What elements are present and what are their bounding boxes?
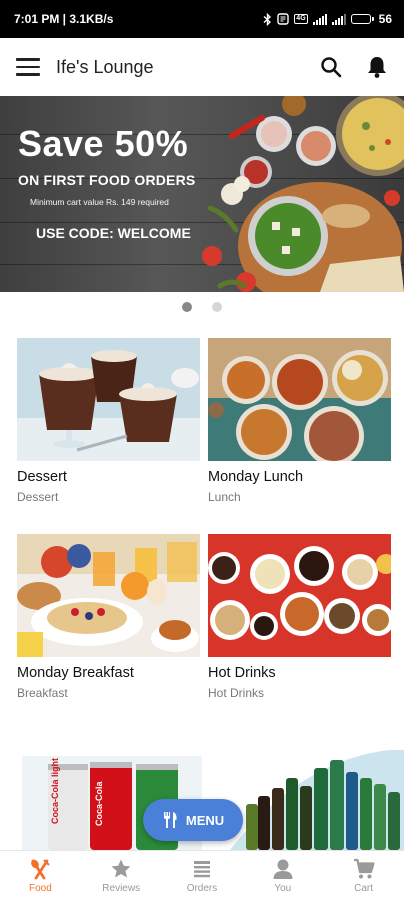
category-name: Hot Drinks	[208, 665, 276, 681]
breakfast-image	[17, 534, 200, 657]
nav-item-orders[interactable]: Orders	[162, 851, 243, 900]
nav-label: Food	[29, 882, 52, 894]
hot-drinks-image	[208, 534, 391, 657]
promo-banner[interactable]: Save 50% ON FIRST FOOD ORDERS Minimum ca…	[0, 96, 404, 292]
nav-label: Orders	[186, 882, 218, 894]
alarm-icon	[277, 13, 289, 25]
cart-icon	[353, 858, 375, 878]
app-bar: Ife's Lounge	[0, 38, 404, 96]
hamburger-menu-icon[interactable]	[16, 58, 40, 76]
nav-label: Reviews	[102, 882, 141, 894]
battery-icon	[350, 14, 374, 24]
category-card-hot-drinks[interactable]: Hot Drinks Hot Drinks	[208, 534, 391, 700]
nav-item-reviews[interactable]: Reviews	[81, 851, 162, 900]
carousel-indicator	[0, 302, 404, 312]
category-name: Dessert	[17, 469, 67, 485]
person-icon	[273, 859, 293, 879]
signal-1-icon	[312, 13, 327, 25]
category-card-monday-lunch[interactable]: Monday Lunch Lunch	[208, 338, 391, 504]
banner-min-note: Minimum cart value Rs. 149 required	[30, 197, 169, 207]
category-name: Monday Breakfast	[17, 665, 134, 681]
category-subtitle: Breakfast	[17, 686, 68, 700]
category-card-monday-breakfast[interactable]: Monday Breakfast Breakfast	[17, 534, 200, 700]
network-type-badge: 4G	[294, 14, 308, 24]
nav-label: You	[274, 882, 292, 894]
fork-knife-icon	[163, 812, 177, 828]
nav-label: Cart	[354, 882, 374, 894]
lunch-image	[208, 338, 391, 461]
fork-knife-icon	[31, 858, 51, 879]
nav-item-you[interactable]: You	[242, 851, 323, 900]
category-subtitle: Hot Drinks	[208, 686, 265, 700]
banner-subline: ON FIRST FOOD ORDERS	[18, 172, 196, 188]
banner-text-block: Save 50% ON FIRST FOOD ORDERS Minimum ca…	[18, 123, 208, 242]
star-icon	[111, 859, 131, 877]
banner-headline: Save 50%	[18, 123, 189, 164]
category-subtitle: Dessert	[17, 490, 59, 504]
can-label-light: Coca-Cola light	[50, 757, 60, 824]
category-subtitle: Lunch	[208, 490, 241, 504]
page-title: Ife's Lounge	[56, 56, 154, 77]
banner-code: USE CODE: WELCOME	[36, 225, 191, 241]
bell-icon[interactable]	[366, 55, 388, 79]
battery-percent: 56	[378, 12, 392, 26]
list-icon	[193, 860, 210, 877]
status-icons: 4G 56	[263, 12, 392, 26]
search-icon[interactable]	[320, 56, 342, 78]
can-label-classic: Coca-Cola	[94, 781, 104, 826]
nav-item-food[interactable]: Food	[0, 851, 81, 900]
carousel-dot-2[interactable]	[212, 302, 222, 312]
category-card-dessert[interactable]: Dessert Dessert	[17, 338, 200, 504]
signal-2-icon	[331, 13, 346, 25]
nav-item-cart[interactable]: Cart	[323, 851, 404, 900]
menu-fab-label: MENU	[185, 812, 225, 828]
status-time-speed: 7:01 PM | 3.1KB/s	[14, 12, 114, 26]
menu-fab-button[interactable]: MENU	[143, 799, 243, 841]
carousel-dot-1[interactable]	[182, 302, 192, 312]
bluetooth-icon	[263, 12, 272, 26]
category-name: Monday Lunch	[208, 469, 304, 485]
bottom-navigation: Food Reviews Orders You Cart	[0, 850, 404, 900]
status-bar: 7:01 PM | 3.1KB/s 4G 56	[0, 0, 404, 38]
dessert-image	[17, 338, 200, 461]
